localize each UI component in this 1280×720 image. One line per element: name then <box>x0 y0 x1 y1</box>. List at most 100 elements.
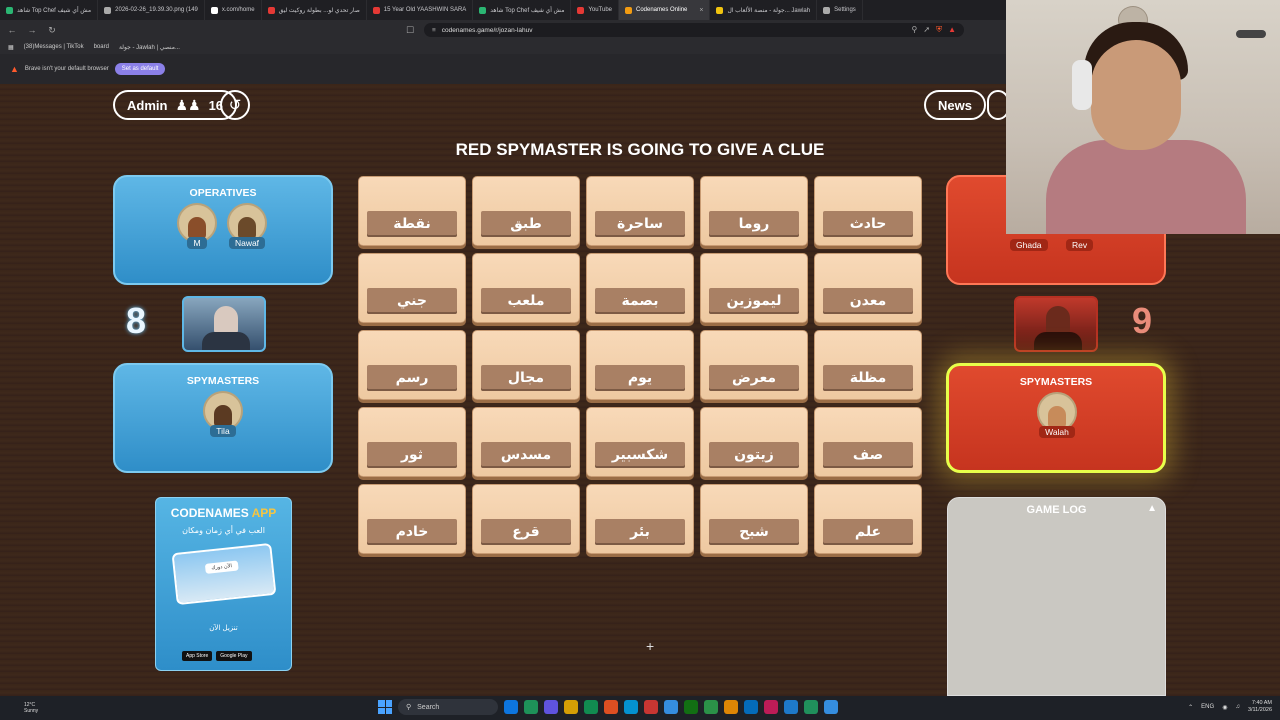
game-log-panel[interactable]: GAME LOG ▲ <box>947 497 1166 696</box>
red-spymasters-panel[interactable]: SPYMASTERS Walah <box>946 363 1166 473</box>
rewards-icon[interactable]: ▲ <box>948 25 956 35</box>
browser-tab[interactable]: شاهد Top Chef مش أي شيف <box>0 0 99 20</box>
lang-indicator[interactable]: ENG <box>1201 704 1214 710</box>
blue-score: 8 <box>126 300 147 341</box>
taskbar-search[interactable]: ⚲ Search <box>398 699 498 715</box>
word-card[interactable]: طبق <box>472 176 580 246</box>
taskbar-app-icon[interactable] <box>704 700 718 714</box>
taskbar-app-icon[interactable] <box>684 700 698 714</box>
word-card[interactable]: ليموزين <box>700 253 808 323</box>
browser-tab[interactable]: 2026-02-26_19.39.30.png (149 <box>98 0 205 20</box>
share-icon[interactable]: ➚ <box>923 25 930 35</box>
word-card[interactable]: ملعب <box>472 253 580 323</box>
blue-spymasters-panel[interactable]: SPYMASTERS Tila <box>113 363 333 473</box>
taskbar-app-icon[interactable] <box>744 700 758 714</box>
player-nawaf[interactable]: Nawaf <box>227 203 267 249</box>
taskbar-app-icon[interactable] <box>624 700 638 714</box>
taskbar-app-icon[interactable] <box>504 700 518 714</box>
word-card[interactable]: روما <box>700 176 808 246</box>
word-card[interactable]: مظلة <box>814 330 922 400</box>
word-card[interactable]: ساحرة <box>586 176 694 246</box>
url-field[interactable]: ≡ codenames.game/r/jozan-lahuv ⚲ ➚ ⛨ ▲ <box>424 23 964 37</box>
word-card[interactable]: يوم <box>586 330 694 400</box>
blue-operatives-panel[interactable]: OPERATIVES M Nawaf <box>113 175 333 285</box>
weather-widget[interactable]: 12°C Sunny <box>24 702 38 714</box>
browser-tab[interactable]: x.com/home <box>205 0 262 20</box>
tray-chevron-icon[interactable]: ⌃ <box>1188 704 1193 711</box>
app-store-badge[interactable]: App Store <box>182 651 213 661</box>
back-icon[interactable]: ← <box>6 25 18 35</box>
taskbar-app-icon[interactable] <box>524 700 538 714</box>
reload-icon[interactable]: ↻ <box>46 25 58 36</box>
bookmark-icon[interactable]: ☐ <box>404 25 416 36</box>
bookmark-item[interactable]: جولة - Jawlah | منصي... <box>119 44 180 51</box>
close-tab-icon[interactable]: × <box>699 7 703 14</box>
tab-title: شاهد Top Chef مش أي شيف <box>17 7 92 14</box>
word-card[interactable]: شكسبير <box>586 407 694 477</box>
set-default-button[interactable]: Set as default <box>114 63 166 75</box>
browser-tab[interactable]: Settings <box>817 0 863 20</box>
word-card[interactable]: حادث <box>814 176 922 246</box>
admin-button[interactable]: Admin ♟♟ 16 <box>113 90 238 120</box>
player-name: Tila <box>210 425 236 437</box>
word-card[interactable]: معدن <box>814 253 922 323</box>
word-card[interactable]: صف <box>814 407 922 477</box>
bookmark-item[interactable]: board <box>94 44 109 50</box>
apps-grid-icon[interactable]: ▦ <box>8 44 14 51</box>
word-card[interactable]: مجال <box>472 330 580 400</box>
player-walah[interactable]: Walah <box>1037 392 1077 438</box>
browser-tab[interactable]: 15 Year Old YAASHWIN SARA <box>367 0 474 20</box>
player-tila[interactable]: Tila <box>203 391 243 437</box>
taskbar-app-icon[interactable] <box>564 700 578 714</box>
browser-tab[interactable]: صار تحدي لو... بطولة روكيت ليق <box>262 0 367 20</box>
taskbar-app-icon[interactable] <box>784 700 798 714</box>
taskbar-app-icon[interactable] <box>604 700 618 714</box>
browser-tab[interactable]: YouTube <box>571 0 619 20</box>
taskbar-app-icon[interactable] <box>764 700 778 714</box>
taskbar-app-icon[interactable] <box>664 700 678 714</box>
card-word: شبح <box>709 519 799 545</box>
tab-title: 2026-02-26_19.39.30.png (149 <box>115 7 198 13</box>
player-m[interactable]: M <box>177 203 217 249</box>
site-info-icon[interactable]: ≡ <box>432 27 436 34</box>
bookmark-item[interactable]: (38)Messages | TikTok <box>24 44 84 50</box>
taskbar-app-icon[interactable] <box>724 700 738 714</box>
word-card[interactable]: ثور <box>358 407 466 477</box>
wifi-icon[interactable]: ◉ <box>1222 704 1227 711</box>
browser-tab[interactable]: جولة - منصة الألعاب ال... Jawlah <box>710 0 818 20</box>
volume-icon[interactable]: ♫ <box>1235 704 1240 710</box>
word-card[interactable]: جني <box>358 253 466 323</box>
browser-tab[interactable]: شاهد Top Chef مش أي شيف <box>473 0 572 20</box>
word-card[interactable]: بئر <box>586 484 694 554</box>
tab-title: YouTube <box>588 7 612 13</box>
webcam-overlay <box>1006 0 1280 234</box>
zoom-icon[interactable]: ⚲ <box>912 25 918 35</box>
word-card[interactable]: نقطة <box>358 176 466 246</box>
taskbar-app-icon[interactable] <box>804 700 818 714</box>
taskbar-app-icon[interactable] <box>584 700 598 714</box>
taskbar-app-icon[interactable] <box>644 700 658 714</box>
taskbar-app-icon[interactable] <box>824 700 838 714</box>
restart-icon[interactable]: ↺ <box>220 90 250 120</box>
word-card[interactable]: علم <box>814 484 922 554</box>
word-card[interactable]: خادم <box>358 484 466 554</box>
card-word: طبق <box>481 211 571 237</box>
word-card[interactable]: بصمة <box>586 253 694 323</box>
forward-icon[interactable]: → <box>26 25 38 35</box>
word-card[interactable]: معرض <box>700 330 808 400</box>
clock[interactable]: 7:40 AM 3/11/2026 <box>1248 700 1272 714</box>
news-button[interactable]: News <box>924 90 986 120</box>
chevron-up-icon[interactable]: ▲ <box>1147 503 1157 514</box>
codenames-app-promo[interactable]: CODENAMES APP العب في أي زمان ومكان الآن… <box>155 497 292 671</box>
windows-start-icon[interactable] <box>378 700 392 714</box>
browser-tab[interactable]: Codenames Online × <box>619 0 711 20</box>
brave-shield-icon[interactable]: ⛨ <box>936 25 942 35</box>
google-play-badge[interactable]: Google Play <box>216 651 252 661</box>
word-card[interactable]: مسدس <box>472 407 580 477</box>
word-card[interactable]: رسم <box>358 330 466 400</box>
promo-phone-text: الآن دورك <box>204 560 239 574</box>
word-card[interactable]: زيتون <box>700 407 808 477</box>
word-card[interactable]: شبح <box>700 484 808 554</box>
taskbar-app-icon[interactable] <box>544 700 558 714</box>
word-card[interactable]: قرع <box>472 484 580 554</box>
